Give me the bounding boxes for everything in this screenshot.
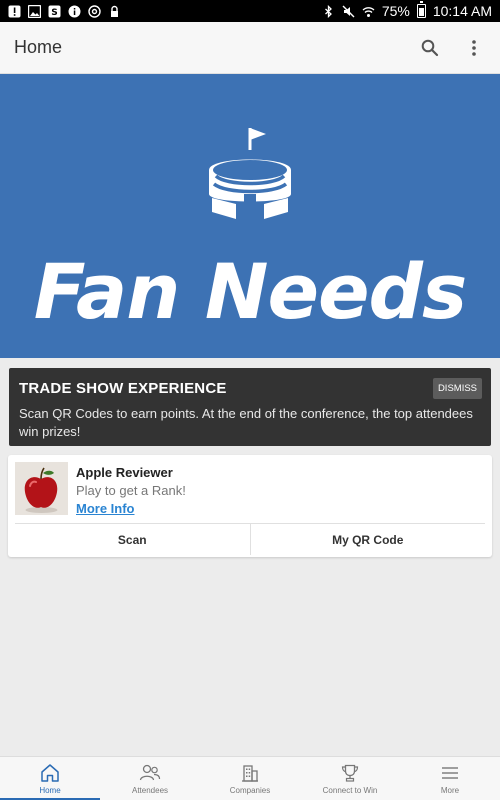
app-actions xyxy=(418,36,486,60)
status-time: 10:14 AM xyxy=(432,3,492,19)
search-button[interactable] xyxy=(418,36,442,60)
image-icon xyxy=(28,4,41,18)
people-icon xyxy=(139,762,161,784)
nav-item-more[interactable]: More xyxy=(400,757,500,800)
bottom-nav: Home Attendees Companies Connect to Win … xyxy=(0,756,500,800)
game-actions: Scan My QR Code xyxy=(15,523,485,555)
more-info-link[interactable]: More Info xyxy=(76,501,135,516)
brand-wordmark: Fan Needs xyxy=(33,247,467,336)
my-qr-code-button[interactable]: My QR Code xyxy=(249,524,486,555)
message-icon: S xyxy=(48,5,61,18)
status-left: S xyxy=(8,4,121,18)
trade-show-title: TRADE SHOW EXPERIENCE xyxy=(19,380,227,397)
trophy-icon xyxy=(339,762,361,784)
nav-label-connect-to-win: Connect to Win xyxy=(322,786,378,795)
nav-label-home: Home xyxy=(39,786,61,795)
page-title: Home xyxy=(14,37,63,57)
mute-icon xyxy=(342,5,355,18)
info-icon xyxy=(68,5,81,18)
nav-item-companies[interactable]: Companies xyxy=(200,757,300,800)
lock-icon xyxy=(108,5,121,18)
home-icon xyxy=(39,762,61,784)
battery-percent: 75% xyxy=(381,3,410,19)
bluetooth-icon xyxy=(322,4,335,18)
alert-icon xyxy=(8,5,21,18)
scan-button[interactable]: Scan xyxy=(15,524,250,555)
more-vert-icon xyxy=(472,39,476,56)
hero-banner: Fan Needs xyxy=(0,74,500,358)
at-icon xyxy=(88,4,101,18)
overflow-menu-button[interactable] xyxy=(462,36,486,60)
game-thumbnail xyxy=(15,462,68,515)
nav-item-attendees[interactable]: Attendees xyxy=(100,757,200,800)
svg-text:S: S xyxy=(51,8,57,18)
trade-show-card: TRADE SHOW EXPERIENCE Scan QR Codes to e… xyxy=(9,368,491,446)
battery-icon xyxy=(416,1,426,18)
apple-icon xyxy=(15,462,68,515)
dismiss-button[interactable]: DISMISS xyxy=(432,378,482,399)
status-right: 75% 10:14 AM xyxy=(322,1,492,19)
nav-label-attendees: Attendees xyxy=(131,786,169,795)
nav-item-home[interactable]: Home xyxy=(0,757,100,800)
wifi-icon xyxy=(362,5,375,18)
game-card: Apple Reviewer Play to get a Rank! More … xyxy=(8,455,492,557)
game-subtitle: Play to get a Rank! xyxy=(76,483,186,498)
status-bar: S 75% 10:14 AM xyxy=(0,0,500,22)
trade-show-description: Scan QR Codes to earn points. At the end… xyxy=(19,406,473,439)
menu-icon xyxy=(439,762,461,784)
game-title: Apple Reviewer xyxy=(76,465,173,480)
app-bar: Home xyxy=(0,22,500,74)
nav-label-companies: Companies xyxy=(229,786,271,795)
nav-item-connect-to-win[interactable]: Connect to Win xyxy=(300,757,400,800)
search-icon xyxy=(421,39,439,56)
building-icon xyxy=(239,762,261,784)
stadium-icon xyxy=(209,128,291,219)
nav-label-more: More xyxy=(440,786,460,795)
